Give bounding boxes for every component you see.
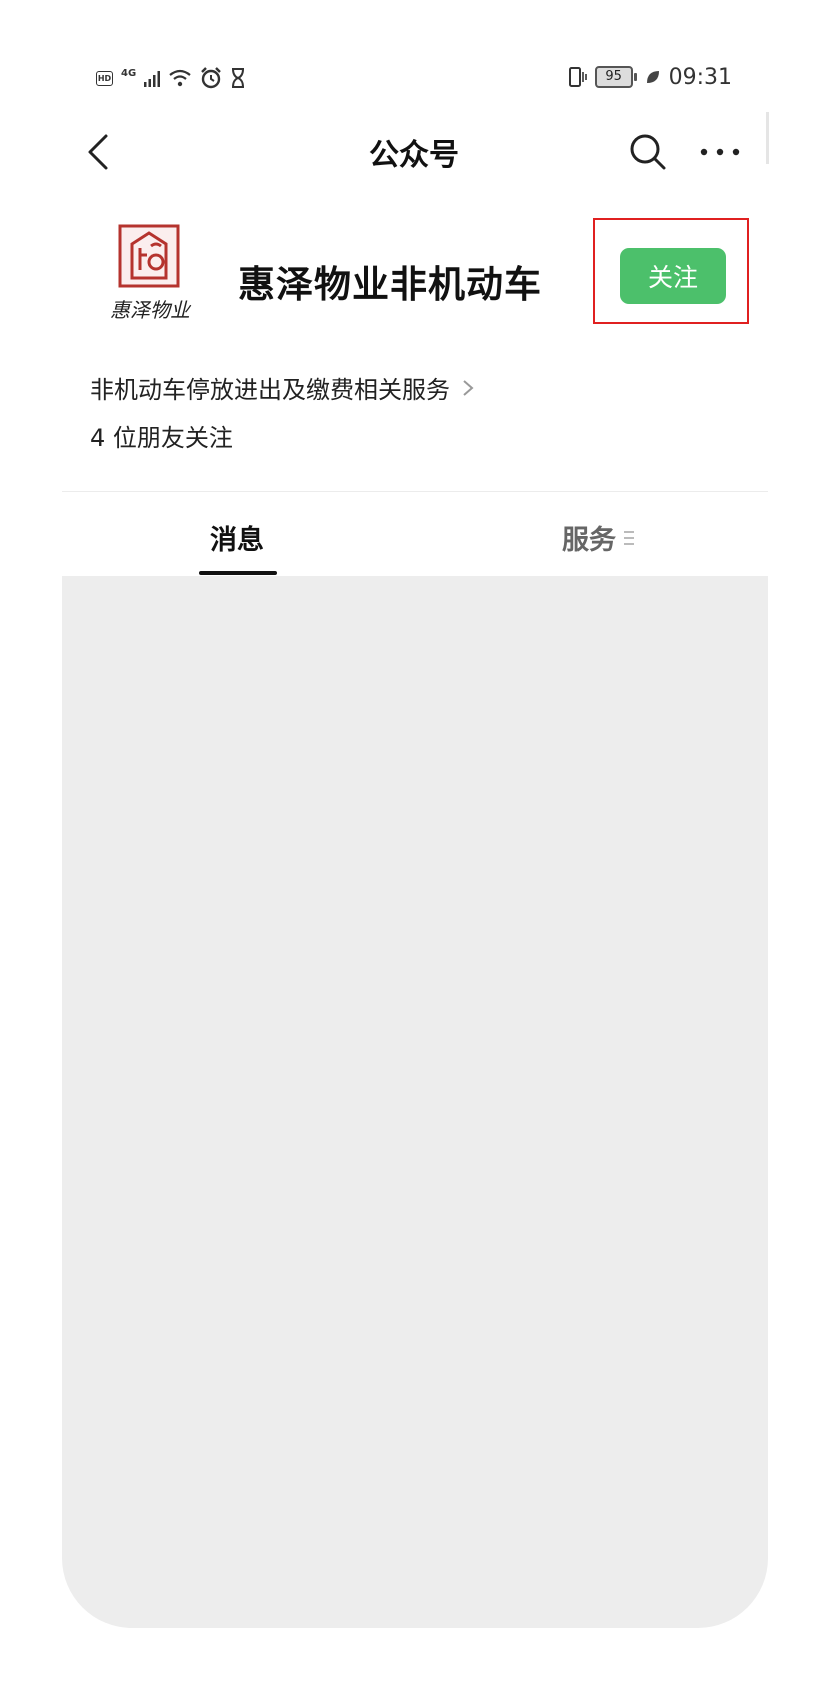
network-type: 4G [121, 67, 137, 79]
account-description[interactable]: 非机动车停放进出及缴费相关服务 [90, 370, 474, 405]
account-name: 惠泽物业非机动车 [238, 263, 542, 306]
message-list-area [62, 576, 768, 1628]
tab-services-label: 服务 [562, 525, 616, 556]
leaf-icon [646, 71, 659, 83]
vibrate-icon [568, 67, 587, 87]
menu-lines-icon [624, 530, 634, 545]
more-icon[interactable] [696, 132, 744, 172]
description-text: 非机动车停放进出及缴费相关服务 [90, 376, 450, 404]
section-divider [62, 491, 768, 492]
hourglass-icon [232, 68, 245, 88]
friends-following[interactable]: 4 位朋友关注 [90, 418, 233, 453]
search-icon[interactable] [628, 132, 668, 172]
signal-icon [144, 71, 161, 87]
alarm-icon [201, 67, 222, 89]
status-bar-right: 95 09:31 [567, 64, 732, 90]
follow-button[interactable]: 关注 [620, 248, 726, 304]
account-logo: 惠泽物业 [96, 222, 204, 322]
wifi-icon [169, 69, 191, 87]
tab-services[interactable]: 服务 [562, 518, 634, 557]
logo-caption: 惠泽物业 [110, 298, 190, 322]
active-tab-indicator [199, 571, 277, 575]
status-bar-left: HD 4G [96, 66, 246, 90]
clock-time: 09:31 [668, 64, 732, 90]
window-edge-divider [766, 112, 769, 164]
hd-badge: HD [96, 70, 113, 86]
tab-messages[interactable]: 消息 [210, 518, 264, 557]
battery-indicator: 95 [594, 66, 637, 88]
chevron-right-icon [463, 379, 474, 396]
